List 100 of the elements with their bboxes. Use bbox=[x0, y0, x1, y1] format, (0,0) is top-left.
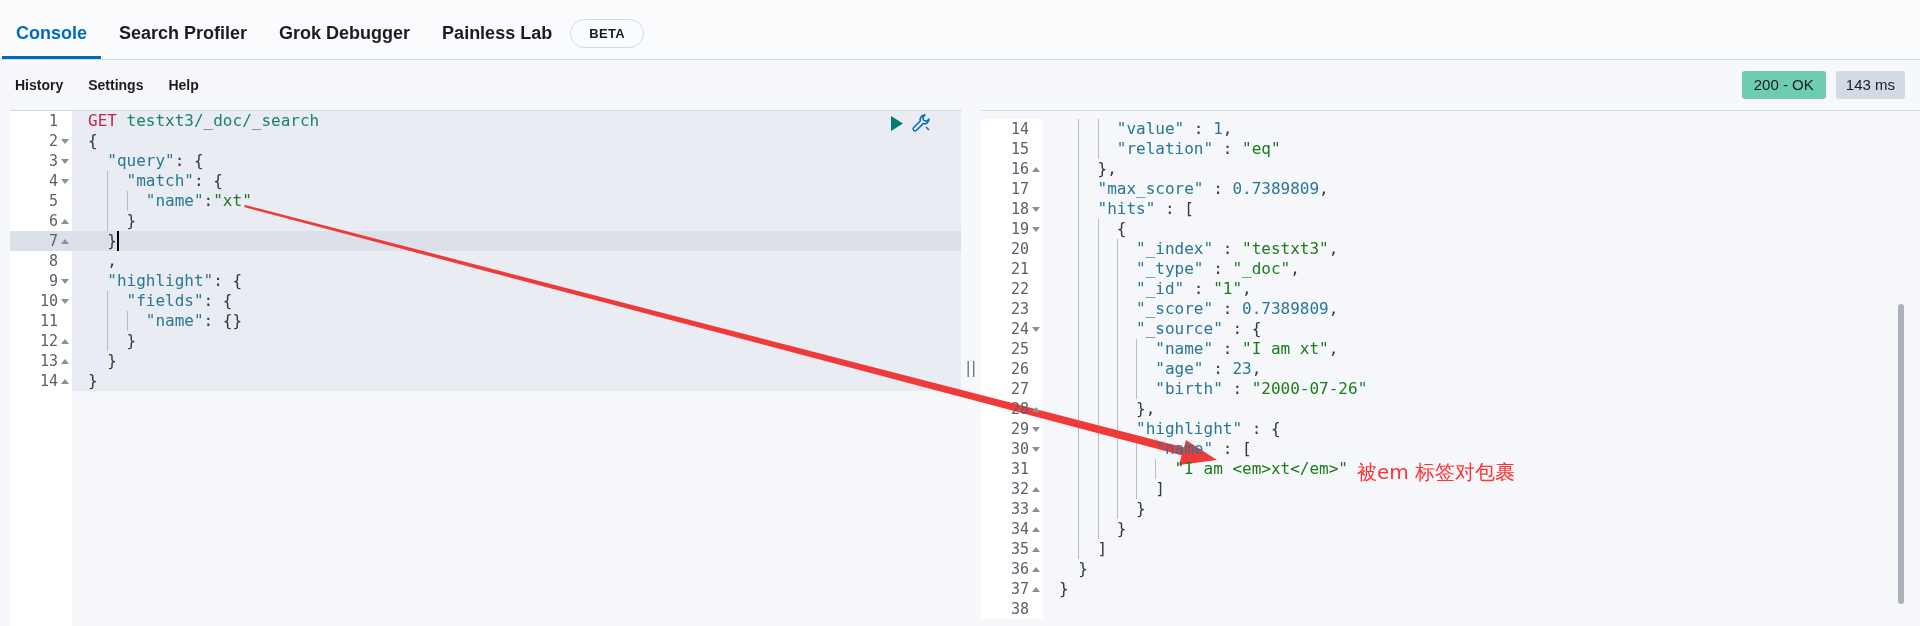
code-line: } bbox=[106, 230, 117, 252]
line-number: 13 bbox=[39, 350, 58, 372]
line-number: 23 bbox=[1010, 298, 1029, 320]
line-number: 12 bbox=[39, 330, 58, 352]
line-number: 30 bbox=[1010, 438, 1029, 460]
unfold-icon[interactable] bbox=[1032, 527, 1040, 532]
unfold-icon[interactable] bbox=[1032, 487, 1040, 492]
unfold-icon[interactable] bbox=[1032, 547, 1040, 552]
line-number: 34 bbox=[1010, 518, 1029, 540]
code-line: "query": { bbox=[106, 150, 204, 172]
unfold-icon[interactable] bbox=[1032, 567, 1040, 572]
unfold-icon[interactable] bbox=[1032, 167, 1040, 172]
code-line: "name":"xt" bbox=[144, 190, 252, 212]
fold-icon[interactable] bbox=[1032, 427, 1040, 432]
code-line: { bbox=[88, 130, 98, 152]
line-number: 11 bbox=[39, 310, 58, 332]
status-badge: 200 - OK bbox=[1741, 70, 1826, 100]
unfold-icon[interactable] bbox=[1032, 507, 1040, 512]
line-number: 18 bbox=[1010, 198, 1029, 220]
fold-icon[interactable] bbox=[1032, 447, 1040, 452]
menu-link[interactable]: History bbox=[15, 74, 64, 96]
wrench-icon[interactable] bbox=[911, 113, 931, 133]
line-number: 27 bbox=[1010, 378, 1029, 400]
code-line: } bbox=[1059, 578, 1069, 600]
play-icon[interactable] bbox=[891, 115, 903, 131]
menu-link[interactable]: Settings bbox=[88, 74, 144, 96]
code-line: } bbox=[1115, 518, 1127, 540]
code-line: }, bbox=[1135, 398, 1156, 420]
line-number: 36 bbox=[1010, 558, 1029, 580]
code-line: } bbox=[125, 210, 137, 232]
line-number: 14 bbox=[1010, 118, 1029, 140]
code-line: "fields": { bbox=[125, 290, 233, 312]
fold-icon[interactable] bbox=[1032, 207, 1040, 212]
line-number: 17 bbox=[1010, 178, 1029, 200]
code-line: } bbox=[1077, 558, 1088, 580]
tab[interactable]: Search Profiler bbox=[105, 11, 262, 59]
fold-icon[interactable] bbox=[1032, 327, 1040, 332]
code-line: ] bbox=[1096, 538, 1108, 560]
fold-icon[interactable] bbox=[61, 139, 69, 144]
unfold-icon[interactable] bbox=[61, 339, 69, 344]
code-line: "highlight": { bbox=[106, 270, 243, 292]
text-cursor bbox=[116, 231, 119, 251]
fold-icon[interactable] bbox=[61, 159, 69, 164]
line-number: 9 bbox=[48, 270, 58, 292]
scrollbar[interactable] bbox=[1898, 304, 1904, 604]
code-line: "I am <em>xt</em>" bbox=[1173, 458, 1348, 480]
line-number: 35 bbox=[1010, 538, 1029, 560]
code-line: } bbox=[125, 330, 137, 352]
code-line: "_index" : "testxt3", bbox=[1135, 238, 1339, 260]
line-number: 5 bbox=[48, 190, 58, 212]
unfold-icon[interactable] bbox=[61, 239, 69, 244]
code-line: "name" : "I am xt", bbox=[1154, 338, 1339, 360]
code-line: { bbox=[1115, 218, 1127, 240]
line-number: 37 bbox=[1010, 578, 1029, 600]
unfold-icon[interactable] bbox=[1032, 587, 1040, 592]
tab[interactable]: Grok Debugger bbox=[265, 11, 425, 59]
fold-icon[interactable] bbox=[1032, 227, 1040, 232]
code-line: } bbox=[88, 370, 98, 392]
code-line: "age" : 23, bbox=[1154, 358, 1262, 380]
line-number: 32 bbox=[1010, 478, 1029, 500]
annotation-text: 被em 标签对包裹 bbox=[1357, 459, 1516, 486]
code-line: }, bbox=[1096, 158, 1117, 180]
line-number: 33 bbox=[1010, 498, 1029, 520]
fold-icon[interactable] bbox=[61, 179, 69, 184]
line-number: 21 bbox=[1010, 258, 1029, 280]
code-line: } bbox=[106, 350, 117, 372]
line-number: 8 bbox=[48, 250, 58, 272]
code-line: "_source" : { bbox=[1135, 318, 1262, 340]
line-number: 6 bbox=[48, 210, 58, 232]
code-line: } bbox=[1135, 498, 1146, 520]
tab[interactable]: Painless Lab bbox=[428, 11, 567, 59]
code-line: "value" : 1, bbox=[1115, 118, 1233, 140]
resize-handle[interactable]: || bbox=[965, 356, 977, 380]
unfold-icon[interactable] bbox=[61, 379, 69, 384]
unfold-icon[interactable] bbox=[1032, 407, 1040, 412]
code-line: "_id" : "1", bbox=[1135, 278, 1252, 300]
code-line: "max_score" : 0.7389809, bbox=[1096, 178, 1329, 200]
unfold-icon[interactable] bbox=[61, 359, 69, 364]
time-badge: 143 ms bbox=[1835, 70, 1905, 100]
line-number: 10 bbox=[39, 290, 58, 312]
line-number: 19 bbox=[1010, 218, 1029, 240]
line-number: 2 bbox=[48, 130, 58, 152]
line-number: 38 bbox=[1010, 598, 1029, 620]
code-line: "match": { bbox=[125, 170, 223, 192]
code-line: ] bbox=[1154, 478, 1165, 500]
line-number: 7 bbox=[48, 230, 58, 252]
line-number: 3 bbox=[48, 150, 58, 172]
code-line: "relation" : "eq" bbox=[1115, 138, 1281, 160]
tab[interactable]: Console bbox=[2, 11, 101, 59]
line-number: 25 bbox=[1010, 338, 1029, 360]
code-line: , bbox=[106, 250, 117, 272]
menu-link[interactable]: Help bbox=[168, 74, 199, 96]
line-number: 16 bbox=[1010, 158, 1029, 180]
code-line: "birth" : "2000-07-26" bbox=[1154, 378, 1368, 400]
fold-icon[interactable] bbox=[61, 299, 69, 304]
line-number: 14 bbox=[39, 370, 58, 392]
line-number: 20 bbox=[1010, 238, 1029, 260]
line-number: 29 bbox=[1010, 418, 1029, 440]
unfold-icon[interactable] bbox=[61, 219, 69, 224]
fold-icon[interactable] bbox=[61, 279, 69, 284]
